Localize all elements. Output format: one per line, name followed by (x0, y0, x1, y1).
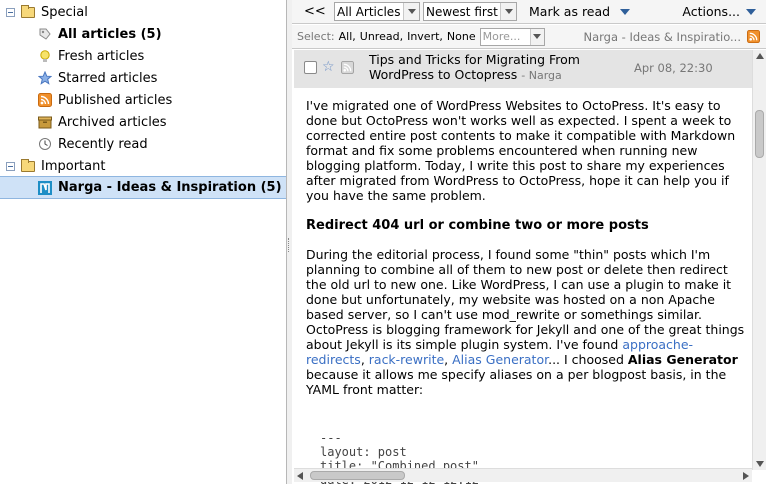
article-paragraph: I've migrated one of WordPress Websites … (306, 98, 736, 203)
collapse-toggle-icon[interactable] (6, 161, 15, 171)
collapse-sidebar-button[interactable]: << (304, 4, 334, 19)
sidebar-item-starred-articles[interactable]: Starred articles (0, 67, 286, 89)
article-date: Apr 08, 22:30 (634, 61, 713, 75)
select-invert-link[interactable]: Invert, (407, 30, 443, 43)
category-label: Important (41, 158, 106, 174)
more-actions-select[interactable]: More... (479, 27, 545, 46)
bold-alias-generator: Alias Generator (627, 352, 738, 367)
vertical-scrollbar-thumb[interactable] (755, 110, 764, 158)
sidebar-item-label: Published articles (58, 92, 173, 108)
horizontal-scrollbar-thumb[interactable] (310, 471, 405, 480)
view-mode-value: All Articles (337, 4, 401, 19)
star-icon (37, 70, 53, 85)
article-author: - Narga (521, 69, 562, 82)
mark-as-read-button[interactable]: Mark as read (529, 4, 610, 19)
sidebar-item-published-articles[interactable]: Published articles (0, 89, 286, 111)
article-heading: Redirect 404 url or combine two or more … (306, 218, 649, 233)
horizontal-scrollbar[interactable] (294, 468, 752, 482)
article-header[interactable]: ☆ Tips and Tricks for Migrating From Wor… (294, 50, 752, 88)
main-toolbar: << All Articles Newest first Mark as rea… (292, 0, 766, 24)
chevron-down-icon (500, 3, 516, 20)
sidebar-item-label: Archived articles (58, 114, 167, 130)
view-mode-select[interactable]: All Articles (334, 2, 420, 21)
sort-order-value: Newest first (426, 4, 498, 19)
tag-icon (38, 27, 52, 41)
actions-dropdown-icon[interactable] (746, 8, 756, 15)
sidebar-item-label: Fresh articles (58, 48, 145, 64)
star-outline-icon[interactable]: ☆ (322, 60, 335, 74)
chevron-down-icon (403, 3, 419, 20)
link-rack-rewrite[interactable]: rack-rewrite (369, 352, 444, 367)
feed-tree-sidebar: Special All articles (5) Fresh articles … (0, 0, 287, 484)
tree-category-important[interactable]: Important (0, 155, 286, 177)
clock-icon (38, 137, 52, 151)
selection-bar: Select: All, Unread, Invert, None More..… (292, 25, 766, 49)
app-window: Special All articles (5) Fresh articles … (0, 0, 766, 484)
article-paragraph: During the editorial process, I found so… (306, 247, 745, 397)
published-rss-icon[interactable] (341, 61, 354, 78)
sidebar-item-fresh-articles[interactable]: Fresh articles (0, 45, 286, 67)
sidebar-item-label: Starred articles (58, 70, 158, 86)
collapse-toggle-icon[interactable] (6, 7, 15, 17)
article-title-line1[interactable]: Tips and Tricks for Migrating From (369, 52, 619, 67)
folder-open-icon (21, 158, 35, 172)
actions-button[interactable]: Actions... (682, 4, 740, 19)
feed-favicon-icon (38, 180, 52, 195)
article-pane: << All Articles Newest first Mark as rea… (292, 0, 766, 484)
feed-title-link[interactable]: Narga - Ideas & Inspiratio... (583, 30, 741, 44)
feed-rss-icon[interactable] (747, 30, 760, 43)
sidebar-feed-narga[interactable]: Narga - Ideas & Inspiration (5) (0, 176, 286, 199)
select-unread-link[interactable]: Unread, (360, 30, 403, 43)
select-none-link[interactable]: None (447, 30, 476, 43)
link-alias-generator[interactable]: Alias Generator (452, 352, 548, 367)
article-select-checkbox[interactable] (304, 61, 317, 74)
sidebar-item-label: Recently read (58, 136, 148, 152)
sidebar-item-archived-articles[interactable]: Archived articles (0, 111, 286, 133)
select-all-link[interactable]: All, (339, 30, 356, 43)
folder-open-icon (21, 4, 35, 18)
category-label: Special (41, 4, 88, 20)
archive-box-icon (38, 115, 52, 129)
select-label: Select: (297, 30, 335, 43)
article-title-block[interactable]: Tips and Tricks for Migrating From WordP… (369, 52, 619, 83)
vertical-scrollbar[interactable] (752, 50, 766, 470)
article-title-line2[interactable]: WordPress to Octopress (369, 67, 517, 82)
rss-icon (38, 93, 52, 107)
feed-label: Narga - Ideas & Inspiration (5) (58, 180, 282, 195)
sort-order-select[interactable]: Newest first (423, 2, 517, 21)
sidebar-item-all-articles[interactable]: All articles (5) (0, 23, 286, 45)
sidebar-item-recently-read[interactable]: Recently read (0, 133, 286, 155)
more-actions-value: More... (482, 30, 521, 43)
lightbulb-icon (38, 49, 52, 63)
tree-category-special[interactable]: Special (0, 1, 286, 23)
sidebar-item-label: All articles (5) (58, 26, 162, 42)
chevron-down-icon (529, 28, 544, 45)
splitter-grip-icon (288, 238, 290, 252)
article-content: I've migrated one of WordPress Websites … (306, 98, 746, 484)
mark-as-read-dropdown-icon[interactable] (620, 8, 631, 15)
